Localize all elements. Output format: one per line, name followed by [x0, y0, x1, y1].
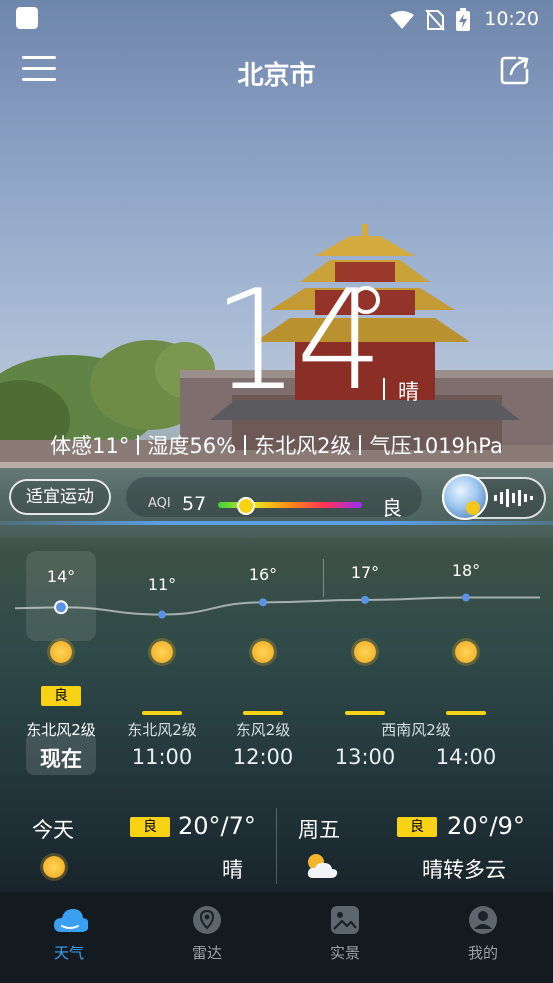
feels-like: 体感11° — [50, 434, 130, 458]
current-details: 体感11° 湿度56% 东北风2级 气压1019hPa — [0, 430, 553, 460]
tab-profile[interactable]: 我的 — [414, 892, 552, 983]
photo-icon — [331, 906, 359, 934]
notification-icon — [16, 7, 38, 29]
weather-icon — [54, 909, 88, 932]
hour-aqi-bar — [345, 711, 385, 715]
tab-radar[interactable]: 雷达 — [138, 892, 276, 983]
day-aqi-tag: 良 — [397, 817, 437, 837]
hour-aqi-bar — [243, 711, 283, 715]
sun-icon — [354, 641, 376, 663]
profile-icon — [469, 906, 497, 934]
day-condition: 晴转多云 — [422, 858, 506, 882]
hour-wind: 西南风2级 — [381, 721, 451, 739]
hour-time-now: 现在 — [40, 747, 82, 771]
hour-time: 13:00 — [334, 745, 396, 769]
aqi-level: 良 — [382, 496, 402, 520]
hour-temp: 16° — [248, 565, 278, 584]
share-icon[interactable] — [499, 54, 531, 86]
tab-weather[interactable]: 天气 — [0, 892, 138, 983]
aqi-label: AQI — [148, 496, 171, 511]
voice-thumbnail[interactable] — [442, 474, 488, 520]
current-condition: 晴 — [398, 380, 419, 404]
hour-wind: 东北风2级 — [127, 721, 197, 739]
wifi-icon — [390, 11, 414, 29]
tab-label: 实景 — [329, 944, 360, 962]
tab-photo[interactable]: 实景 — [276, 892, 414, 983]
hour-aqi-tag: 良 — [41, 686, 81, 706]
pressure: 气压1019hPa — [369, 434, 503, 458]
day-aqi-tag: 良 — [130, 817, 170, 837]
hour-time: 11:00 — [131, 745, 193, 769]
hour-wind: 东北风2级 — [26, 721, 96, 739]
no-sim-icon — [425, 9, 445, 31]
temperature-point — [54, 600, 68, 615]
hour-aqi-bar — [142, 711, 182, 715]
day-temp-range: 20°/9° — [447, 812, 525, 840]
daily-forecast[interactable]: 今天 良 20°/7° 晴 周五 良 20°/9° 晴转多云 — [0, 800, 553, 892]
sport-index-button[interactable]: 适宜运动 — [9, 479, 111, 515]
humidity: 湿度56% — [147, 434, 237, 458]
tab-label: 雷达 — [191, 944, 222, 962]
sun-icon — [455, 641, 477, 663]
temperature-point — [259, 598, 267, 607]
bottom-tab-bar: 天气 雷达 实景 我的 — [0, 892, 553, 983]
weather-screen: 10:20 北京市 14 晴 体感11° 湿度56% 东北风2级 气压1019hPa … — [0, 0, 553, 983]
hour-temp: 18° — [451, 561, 481, 580]
day-name: 今天 — [32, 818, 74, 842]
sun-icon — [252, 641, 274, 663]
wind: 东北风2级 — [254, 434, 352, 458]
city-title[interactable]: 北京市 — [0, 55, 553, 92]
hour-temp: 14° — [46, 567, 76, 586]
degree-symbol — [352, 286, 380, 314]
aqi-value: 57 — [182, 493, 207, 515]
day-temp-range: 20°/7° — [178, 812, 256, 840]
tab-label: 我的 — [467, 944, 498, 962]
temperature-curve-line — [14, 596, 540, 616]
tab-label: 天气 — [53, 944, 84, 962]
hour-aqi-bar — [446, 711, 486, 715]
temperature-divider — [383, 378, 385, 400]
radar-icon — [193, 906, 221, 934]
hourly-forecast[interactable]: 14° 11° 16° 17° 18° 良 东北风2级 东北风2级 东风2级 西… — [0, 545, 553, 785]
status-icons — [389, 8, 471, 32]
temperature-point — [361, 595, 369, 604]
day-condition: 晴 — [222, 858, 243, 882]
hour-temp: 17° — [350, 563, 380, 582]
play-icon[interactable] — [466, 501, 480, 515]
hour-time: 14:00 — [435, 745, 497, 769]
partly-cloudy-icon — [307, 854, 338, 878]
day-name: 周五 — [298, 818, 340, 842]
day-divider — [276, 808, 277, 884]
sun-icon — [151, 641, 173, 663]
status-bar: 10:20 — [0, 0, 553, 38]
sun-icon — [43, 856, 65, 878]
hour-wind: 东风2级 — [235, 721, 291, 739]
battery-charging-icon — [456, 8, 470, 31]
hour-time: 12:00 — [232, 745, 294, 769]
sun-icon — [50, 641, 72, 663]
section-divider — [0, 521, 553, 525]
audio-wave-icon — [494, 489, 533, 507]
temperature-point — [462, 593, 470, 602]
temperature-point — [158, 610, 166, 619]
status-time: 10:20 — [484, 8, 539, 30]
hour-temp: 11° — [147, 575, 177, 594]
